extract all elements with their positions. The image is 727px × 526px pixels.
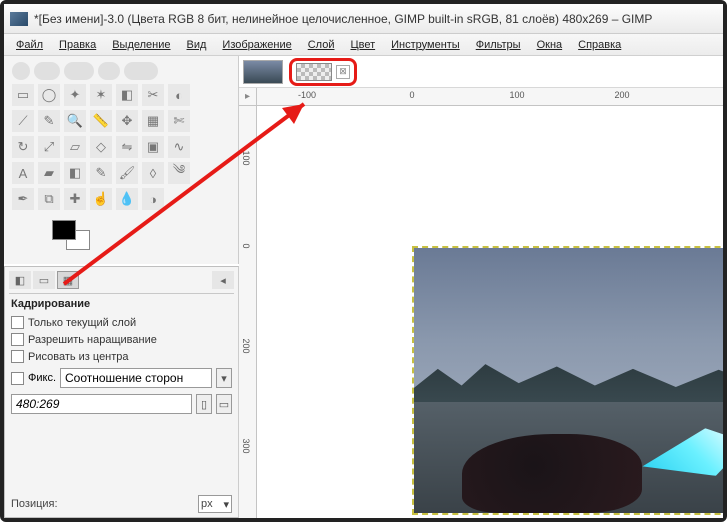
tool-by-color[interactable]: ◧ xyxy=(116,84,138,106)
toolbox: ▭ ◯ ✦ ✶ ◧ ✂ ◐ ⟋ ✎ 🔍 📏 ✥ ▦ ✄ ↻ ⤢ ▱ ◇ ⇋ ▣ xyxy=(4,56,239,264)
tool-options-heading: Кадрирование xyxy=(9,294,234,314)
tool-rotate[interactable]: ↻ xyxy=(12,136,34,158)
tool-text[interactable]: A xyxy=(12,162,34,184)
tool-align[interactable]: ▦ xyxy=(142,110,164,132)
app-icon xyxy=(10,12,28,26)
fixed-mode-dd-icon[interactable]: ▾ xyxy=(216,368,232,388)
canvas-area: ▸ -100 0 100 200 0 100 200 300 xyxy=(239,88,723,518)
menu-filters[interactable]: Фильтры xyxy=(468,37,529,53)
menu-help[interactable]: Справка xyxy=(570,37,629,53)
lbl-allow-grow: Разрешить наращивание xyxy=(28,334,157,346)
aspect-ratio-field[interactable]: 480:269 xyxy=(11,394,192,414)
layer-tab-close-icon[interactable]: ⊠ xyxy=(336,65,350,79)
tool-zoom[interactable]: 🔍 xyxy=(64,110,86,132)
tool-foreground[interactable]: ◐ xyxy=(168,84,190,106)
unit-combo[interactable]: px▾ xyxy=(198,495,232,513)
ruler-v-tick: 0 xyxy=(241,243,251,248)
tool-free-select[interactable]: ✦ xyxy=(64,84,86,106)
tool-perspective[interactable]: ◇ xyxy=(90,136,112,158)
menu-image[interactable]: Изображение xyxy=(214,37,299,53)
image-frame xyxy=(412,246,723,515)
ruler-v-tick: 200 xyxy=(241,338,251,353)
image-content xyxy=(462,434,643,514)
tab-tool-options[interactable]: ◧ xyxy=(9,271,31,289)
tab-undo[interactable]: ◂ xyxy=(212,271,234,289)
tool-cage[interactable]: ▣ xyxy=(142,136,164,158)
tool-measure[interactable]: 📏 xyxy=(90,110,112,132)
menu-edit[interactable]: Правка xyxy=(51,37,104,53)
image-tab-thumb[interactable] xyxy=(243,60,283,84)
menu-colors[interactable]: Цвет xyxy=(342,37,383,53)
fg-color[interactable] xyxy=(52,220,76,240)
window-title: *[Без имени]-3.0 (Цвета RGB 8 бит, нелин… xyxy=(34,12,652,26)
tool-heal[interactable]: ✚ xyxy=(64,188,86,210)
image-tab-bar: ⊠ xyxy=(239,56,723,88)
tool-fuzzy-select[interactable]: ✶ xyxy=(90,84,112,106)
ruler-h-tick: -100 xyxy=(298,90,316,100)
tool-airbrush[interactable]: ༄ xyxy=(168,162,190,184)
tool-scale[interactable]: ⤢ xyxy=(38,136,60,158)
tool-options-panel: ◧ ▭ ▦ ◂ Кадрирование Только текущий слой… xyxy=(4,266,239,518)
tool-shear[interactable]: ▱ xyxy=(64,136,86,158)
tool-bucket[interactable]: ▰ xyxy=(38,162,60,184)
tool-blur[interactable]: 💧 xyxy=(116,188,138,210)
chk-current-layer[interactable] xyxy=(11,316,24,329)
position-label: Позиция: xyxy=(11,498,58,510)
menu-layer[interactable]: Слой xyxy=(300,37,343,53)
tool-paths[interactable]: ⟋ xyxy=(12,110,34,132)
tool-dodge[interactable]: ◑ xyxy=(142,188,164,210)
menu-view[interactable]: Вид xyxy=(179,37,215,53)
tool-color-picker[interactable]: ✎ xyxy=(38,110,60,132)
tool-paintbrush[interactable]: 🖌 xyxy=(116,162,138,184)
tool-ellipse-select[interactable]: ◯ xyxy=(38,84,60,106)
menu-windows[interactable]: Окна xyxy=(529,37,571,53)
chk-allow-grow[interactable] xyxy=(11,333,24,346)
tool-scissors[interactable]: ✂ xyxy=(142,84,164,106)
menu-tools[interactable]: Инструменты xyxy=(383,37,468,53)
tool-smudge[interactable]: ☝ xyxy=(90,188,112,210)
tool-gradient[interactable]: ◧ xyxy=(64,162,86,184)
ruler-h-tick: 200 xyxy=(614,90,629,100)
chk-fixed[interactable] xyxy=(11,372,24,385)
orientation-landscape-icon[interactable]: ▭ xyxy=(216,394,232,414)
lbl-current-layer: Только текущий слой xyxy=(28,317,136,329)
tool-crop[interactable]: ✄ xyxy=(168,110,190,132)
layer-tab-highlighted[interactable]: ⊠ xyxy=(289,58,357,86)
fixed-mode-combo[interactable]: Соотношение сторон xyxy=(60,368,212,388)
layer-tab-thumb xyxy=(296,63,332,81)
menu-select[interactable]: Выделение xyxy=(104,37,178,53)
menubar: Файл Правка Выделение Вид Изображение Сл… xyxy=(4,34,723,56)
tool-rect-select[interactable]: ▭ xyxy=(12,84,34,106)
ruler-vertical: 0 100 200 300 xyxy=(239,106,257,518)
chk-from-center[interactable] xyxy=(11,350,24,363)
ruler-horizontal: -100 0 100 200 xyxy=(257,88,723,106)
lbl-from-center: Рисовать из центра xyxy=(28,351,129,363)
tool-pencil[interactable]: ✎ xyxy=(90,162,112,184)
ruler-v-tick: 100 xyxy=(241,150,251,165)
ruler-h-tick: 100 xyxy=(509,90,524,100)
titlebar: *[Без имени]-3.0 (Цвета RGB 8 бит, нелин… xyxy=(4,4,723,34)
ruler-v-tick: 300 xyxy=(241,438,251,453)
menu-file[interactable]: Файл xyxy=(8,37,51,53)
ruler-corner[interactable]: ▸ xyxy=(239,88,257,106)
tool-clone[interactable]: ⧉ xyxy=(38,188,60,210)
tab-images[interactable]: ▦ xyxy=(57,271,79,289)
tool-eraser[interactable]: ◊ xyxy=(142,162,164,184)
ruler-h-tick: 0 xyxy=(409,90,414,100)
canvas[interactable] xyxy=(257,106,723,518)
lbl-fixed: Фикс. xyxy=(28,372,56,384)
tool-move[interactable]: ✥ xyxy=(116,110,138,132)
orientation-portrait-icon[interactable]: ▯ xyxy=(196,394,212,414)
color-swatch[interactable] xyxy=(52,220,92,254)
tool-ink[interactable]: ✒ xyxy=(12,188,34,210)
tab-device[interactable]: ▭ xyxy=(33,271,55,289)
tool-flip[interactable]: ⇋ xyxy=(116,136,138,158)
